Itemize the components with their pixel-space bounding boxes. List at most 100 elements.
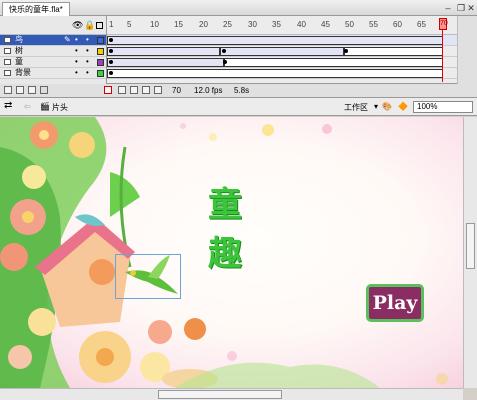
- edit-scene-icon[interactable]: 🎨: [382, 102, 392, 111]
- timeline-toggle-icon[interactable]: ⇄: [4, 100, 12, 111]
- ruler-label: 1: [109, 20, 114, 29]
- layer-icon: [4, 48, 11, 54]
- layer-header: 👁 🔒: [0, 16, 106, 35]
- frame-track-tree[interactable]: [107, 46, 457, 57]
- lock-dot[interactable]: •: [86, 68, 89, 78]
- frame-span[interactable]: [107, 69, 443, 78]
- scene-name[interactable]: 片头: [52, 102, 68, 113]
- tween-span[interactable]: [107, 58, 224, 67]
- flower: [22, 165, 46, 189]
- back-arrow-icon[interactable]: ⇦: [24, 102, 31, 111]
- insert-layer-icon[interactable]: [4, 86, 12, 94]
- visibility-dot[interactable]: •: [75, 35, 78, 45]
- minimize-icon[interactable]: –: [443, 3, 453, 13]
- layer-row-background[interactable]: 背景 • •: [0, 68, 106, 79]
- delete-layer-icon[interactable]: [40, 86, 48, 94]
- lock-dot[interactable]: •: [86, 57, 89, 67]
- outline-color-swatch[interactable]: [97, 37, 104, 44]
- layer-row-bird[interactable]: 鸟 ✎ • •: [0, 35, 106, 46]
- add-guide-icon[interactable]: [16, 86, 24, 94]
- ruler-label: 35: [272, 20, 281, 29]
- frame-span[interactable]: [344, 47, 443, 56]
- sparkle: [180, 123, 186, 129]
- ruler-label: 30: [248, 20, 257, 29]
- selection-box[interactable]: [115, 254, 181, 299]
- ruler-label: 55: [369, 20, 378, 29]
- modify-markers-icon[interactable]: [154, 86, 162, 94]
- flower: [0, 243, 28, 271]
- tween-span[interactable]: [107, 36, 443, 45]
- sparkle: [209, 133, 217, 141]
- close-icon[interactable]: ✕: [466, 3, 476, 13]
- outline-color-swatch[interactable]: [97, 48, 104, 55]
- insert-folder-icon[interactable]: [28, 86, 36, 94]
- frame-span[interactable]: [224, 58, 443, 67]
- eye-icon[interactable]: 👁: [72, 20, 83, 31]
- current-frame: 70: [172, 86, 181, 95]
- flower: [69, 132, 95, 158]
- layer-row-tree[interactable]: 树 • •: [0, 46, 106, 57]
- frame-ruler[interactable]: 1 5 10 15 20 25 30 35 40 45 50 55 60 65: [107, 16, 457, 35]
- ruler-label: 10: [150, 20, 159, 29]
- outline-icon[interactable]: [96, 22, 103, 29]
- document-tab[interactable]: 快乐的童年.fla*: [2, 2, 70, 16]
- frame-grid[interactable]: 1 5 10 15 20 25 30 35 40 45 50 55 60 65: [107, 16, 457, 84]
- leaf: [110, 172, 140, 217]
- frame-track-background[interactable]: [107, 68, 457, 79]
- edit-bar: ⇄ ⇦ 🎬 片头 工作区 ▾ 🎨 🔶 100%: [0, 98, 477, 116]
- lock-dot[interactable]: •: [86, 46, 89, 56]
- playhead-marker[interactable]: 70: [439, 18, 448, 30]
- scrollbar-corner: [463, 388, 477, 400]
- scroll-thumb[interactable]: [466, 223, 475, 269]
- visibility-dot[interactable]: •: [75, 46, 78, 56]
- visibility-dot[interactable]: •: [75, 57, 78, 67]
- stage-vertical-scrollbar[interactable]: [463, 117, 477, 388]
- onion-skin-icon[interactable]: [118, 86, 126, 94]
- play-button[interactable]: Play: [366, 284, 424, 322]
- keyframe[interactable]: [109, 71, 113, 75]
- frame-track-child[interactable]: [107, 57, 457, 68]
- onion-outline-icon[interactable]: [130, 86, 138, 94]
- playhead[interactable]: 70: [439, 16, 448, 84]
- keyframe[interactable]: [223, 60, 227, 64]
- tween-span[interactable]: [107, 47, 220, 56]
- keyframe[interactable]: [109, 38, 113, 42]
- flower-center: [96, 348, 114, 366]
- ruler-label: 5: [127, 20, 132, 29]
- layer-row-child[interactable]: 童 • •: [0, 57, 106, 68]
- edit-symbol-icon[interactable]: 🔶: [398, 102, 408, 111]
- workspace-dropdown-icon[interactable]: ▾: [374, 102, 378, 111]
- timeline-status-bar: 70 12.0 fps 5.8s: [0, 84, 477, 98]
- ruler-label: 40: [297, 20, 306, 29]
- outline-color-swatch[interactable]: [97, 70, 104, 77]
- keyframe[interactable]: [344, 49, 348, 53]
- layer-icon: [4, 37, 11, 43]
- layer-name: 童: [15, 57, 23, 66]
- tween-span[interactable]: [220, 47, 344, 56]
- small-bird: [75, 214, 105, 226]
- workspace-menu[interactable]: 工作区: [344, 102, 368, 113]
- sparkle: [262, 124, 274, 136]
- stage-horizontal-scrollbar[interactable]: [0, 388, 463, 400]
- keyframe[interactable]: [109, 60, 113, 64]
- scroll-thumb[interactable]: [158, 390, 282, 399]
- visibility-dot[interactable]: •: [75, 68, 78, 78]
- flower: [184, 318, 206, 340]
- keyframe[interactable]: [222, 49, 226, 53]
- frame-track-bird[interactable]: [107, 35, 457, 46]
- keyframe[interactable]: [109, 49, 113, 53]
- layer-name: 鸟: [15, 35, 23, 44]
- layer-icon: [4, 59, 11, 65]
- ruler-label: 25: [223, 20, 232, 29]
- edit-multiple-icon[interactable]: [142, 86, 150, 94]
- center-frame-icon[interactable]: [104, 86, 112, 94]
- restore-icon[interactable]: ❐: [456, 3, 466, 13]
- timeline-scrollbar[interactable]: [457, 16, 477, 84]
- stage[interactable]: 童 趣 Play: [0, 117, 463, 388]
- outline-color-swatch[interactable]: [97, 59, 104, 66]
- flower: [28, 308, 56, 336]
- lock-dot[interactable]: •: [86, 35, 89, 45]
- zoom-select[interactable]: 100%: [413, 101, 473, 113]
- lock-icon[interactable]: 🔒: [84, 20, 95, 31]
- sparkle: [322, 124, 332, 134]
